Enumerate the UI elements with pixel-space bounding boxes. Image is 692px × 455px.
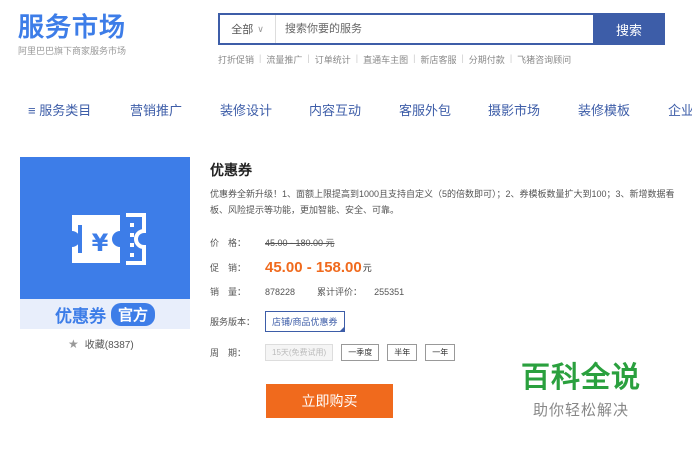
site-logo[interactable]: 服务市场 阿里巴巴旗下商家服务市场 bbox=[18, 14, 126, 57]
version-label: 服务版本： bbox=[210, 317, 256, 327]
hotlink[interactable]: 飞猪咨询顾问 bbox=[517, 53, 571, 66]
logo-subtitle: 阿里巴巴旗下商家服务市场 bbox=[18, 46, 127, 56]
period-label: 周 期： bbox=[210, 348, 247, 358]
search-category-dropdown[interactable]: 全部 ∨ bbox=[220, 15, 276, 43]
favorite-button[interactable]: ★ 收藏(8387) bbox=[68, 336, 134, 352]
rating-value: 255351 bbox=[374, 286, 405, 297]
favorite-count: 收藏(8387) bbox=[84, 340, 134, 351]
svg-text:¥: ¥ bbox=[92, 229, 109, 257]
menu-icon: ≡ bbox=[28, 103, 36, 118]
promo-label: 促 销： bbox=[210, 263, 247, 273]
sales-row: 销 量： 878228 累计评价： 255351 bbox=[210, 285, 404, 298]
period-option[interactable]: 半年 bbox=[387, 344, 418, 361]
product-title: 优惠券 bbox=[210, 162, 252, 178]
period-row: 周 期： 15天(免费试用) 一季度 半年 一年 bbox=[210, 344, 463, 361]
nav-item[interactable]: 企业 bbox=[668, 100, 692, 119]
coupon-ticket-icon: ¥ bbox=[72, 213, 146, 265]
promo-price: 45.00 - 158.00 bbox=[265, 259, 362, 276]
buy-now-button[interactable]: 立即购买 bbox=[266, 384, 393, 418]
caption-text: 优惠券 bbox=[54, 306, 106, 326]
nav-category-menu[interactable]: ≡ 服务类目 bbox=[28, 100, 91, 119]
promo-unit: 元 bbox=[362, 263, 372, 273]
nav-item[interactable]: 客服外包 bbox=[399, 100, 451, 119]
product-description: 优惠券全新升级！1、面额上限提高到1000且支持自定义（5的倍数即可）；2、券模… bbox=[210, 189, 675, 215]
version-option-selected[interactable]: 店铺/商品优惠券 bbox=[265, 311, 345, 332]
price-row: 价 格： 45.00 - 180.00 元 bbox=[210, 236, 335, 249]
nav-item[interactable]: 装修模板 bbox=[578, 100, 630, 119]
period-option[interactable]: 15天(免费试用) bbox=[265, 344, 334, 361]
watermark: 百科全说 助你轻松解决 bbox=[516, 362, 646, 420]
logo-title: 服务市场 bbox=[18, 13, 127, 43]
nav-category-label: 服务类目 bbox=[39, 103, 92, 118]
hotlink[interactable]: 打折促销 bbox=[218, 53, 254, 66]
search-button[interactable]: 搜索 bbox=[593, 13, 665, 45]
period-option[interactable]: 一年 bbox=[425, 344, 456, 361]
hotlink[interactable]: 直通车主图 bbox=[363, 53, 408, 66]
version-row: 服务版本： 店铺/商品优惠券 bbox=[210, 311, 345, 332]
nav-item[interactable]: 内容互动 bbox=[309, 100, 361, 119]
star-icon: ★ bbox=[68, 336, 79, 351]
price-label: 价 格： bbox=[210, 238, 247, 248]
hotlink[interactable]: 分期付款 bbox=[469, 53, 505, 66]
watermark-subtitle: 助你轻松解决 bbox=[532, 402, 629, 419]
main-nav: ≡ 服务类目 营销推广 装修设计 内容互动 客服外包 摄影市场 装修模板 企业 bbox=[0, 96, 692, 120]
sales-value: 878228 bbox=[265, 286, 296, 297]
watermark-title: 百科全说 bbox=[520, 362, 641, 394]
official-badge: 官方 bbox=[110, 302, 155, 326]
chevron-down-icon: ∨ bbox=[257, 23, 264, 34]
nav-item[interactable]: 摄影市场 bbox=[488, 100, 540, 119]
hotlink[interactable]: 订单统计 bbox=[315, 53, 351, 66]
search-input[interactable] bbox=[276, 15, 593, 43]
nav-item[interactable]: 营销推广 bbox=[130, 100, 182, 119]
promo-row: 促 销： 45.00 - 158.00 元 bbox=[210, 259, 372, 276]
rating-label: 累计评价： bbox=[317, 287, 363, 297]
search-category-label: 全部 bbox=[231, 24, 254, 36]
period-option[interactable]: 一季度 bbox=[341, 344, 380, 361]
search-bar: 全部 ∨ 搜索 bbox=[218, 13, 665, 45]
hotlink[interactable]: 流量推广 bbox=[266, 53, 302, 66]
hotlink[interactable]: 新店客服 bbox=[420, 53, 456, 66]
product-image: ¥ 优惠券 官方 bbox=[20, 157, 190, 329]
sales-label: 销 量： bbox=[210, 287, 247, 297]
nav-item[interactable]: 装修设计 bbox=[220, 100, 272, 119]
product-image-caption: 优惠券 官方 bbox=[20, 299, 190, 329]
hot-search-links: 打折促销 | 流量推广 | 订单统计 | 直通车主图 | 新店客服 | 分期付款 | 飞猪咨… bbox=[218, 53, 572, 66]
original-price: 45.00 - 180.00 元 bbox=[265, 238, 335, 248]
